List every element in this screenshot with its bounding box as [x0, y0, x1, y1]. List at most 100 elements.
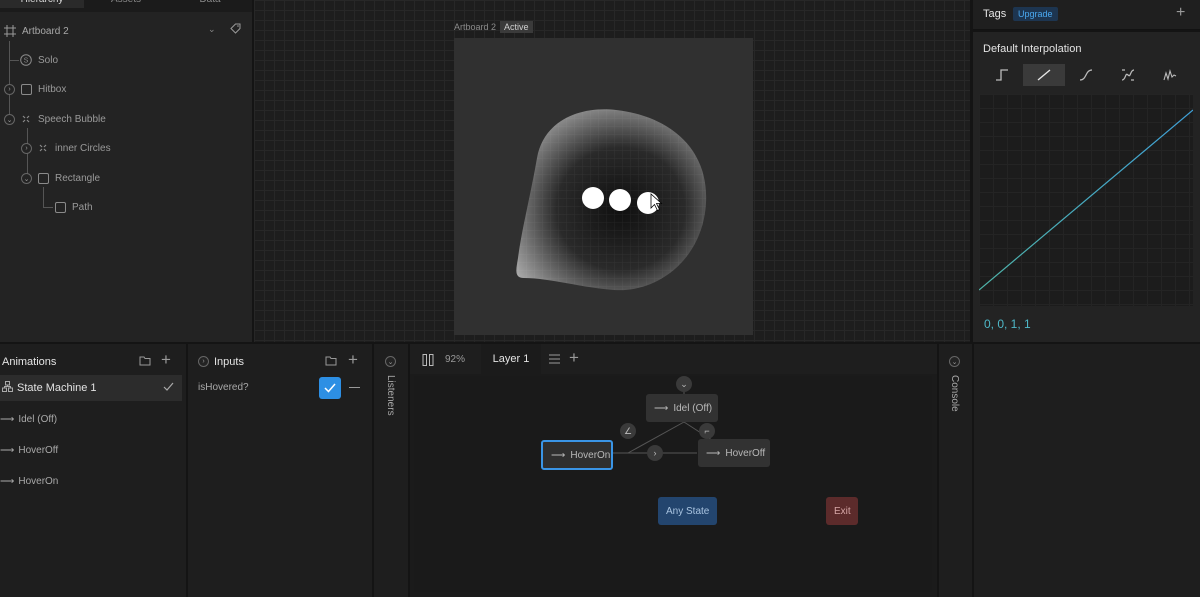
collapse-toggle-icon[interactable]: ⌄ [4, 114, 15, 125]
entry-transition-icon[interactable]: ⌄ [676, 376, 692, 392]
artboard-row[interactable]: Artboard 2 ⌄ [4, 21, 248, 41]
curve-values: 0, 0, 1, 1 [984, 317, 1031, 331]
group-icon [20, 113, 32, 125]
add-tag-icon[interactable]: + [1176, 4, 1185, 22]
transition-icon[interactable]: › [647, 445, 663, 461]
graph-toolbar: 92% Layer 1 + [410, 344, 937, 374]
interpolation-hold-button[interactable] [981, 64, 1023, 86]
status-badge: Active [500, 21, 533, 33]
graph-canvas[interactable]: ⌄ ⟶ Idel (Off) ∠ ⌐ ⟶ HoverOn › ⟶ HoverOf… [414, 376, 932, 592]
cubic-icon [1079, 69, 1093, 81]
expand-toggle-icon[interactable]: › [4, 84, 15, 95]
arrow-right-icon: ⟶ [706, 447, 721, 459]
hierarchy-item-label: inner Circles [55, 142, 111, 154]
group-icon [37, 142, 49, 154]
state-label: HoverOn [570, 449, 611, 461]
linear-icon [1037, 69, 1051, 81]
animation-label: Idel (Off) [18, 413, 58, 425]
arrow-right-icon: ⟶ [0, 475, 15, 487]
is-hovered-checkbox[interactable] [319, 377, 341, 399]
folder-icon[interactable] [139, 355, 151, 369]
animation-item-hover-on[interactable]: ⟶ HoverOn [0, 468, 182, 494]
artboard-name: Artboard 2 [454, 22, 497, 32]
tab-assets[interactable]: Assets [84, 0, 168, 8]
transition-icon[interactable]: ⌐ [699, 423, 715, 439]
animation-item-idle[interactable]: ⟶ Idel (Off) [0, 406, 182, 432]
arrow-right-icon: ⟶ [551, 449, 566, 461]
interpolation-elastic-button[interactable] [1107, 64, 1149, 86]
console-panel: ⌄ Console [939, 344, 972, 597]
interpolation-spring-button[interactable] [1149, 64, 1191, 86]
tab-layer-1[interactable]: Layer 1 [481, 344, 541, 374]
upgrade-badge[interactable]: Upgrade [1013, 7, 1058, 21]
console-title[interactable]: Console [949, 375, 960, 412]
state-label: HoverOff [725, 447, 766, 459]
arrow-right-icon: ⟶ [0, 444, 15, 456]
animation-label: HoverOff [18, 444, 59, 456]
remove-input-icon[interactable] [349, 387, 360, 388]
layer-tab-label: Layer 1 [492, 353, 530, 365]
folder-icon[interactable] [325, 355, 337, 369]
inputs-expand-icon[interactable]: › [198, 356, 209, 367]
zoom-level[interactable]: 92% [445, 354, 465, 365]
hierarchy-item-label: Hitbox [38, 83, 67, 95]
bubble-dot [609, 189, 631, 211]
arrow-right-icon: ⟶ [0, 413, 15, 425]
state-hover-on[interactable]: ⟶ HoverOn [541, 440, 613, 470]
shape-icon [20, 83, 32, 95]
interpolation-cubic-button[interactable] [1065, 64, 1107, 86]
inputs-panel: › Inputs + isHovered? [188, 344, 372, 597]
artboard-icon [4, 25, 16, 37]
console-collapse-icon[interactable]: ⌄ [949, 356, 960, 367]
elastic-icon [1121, 69, 1135, 81]
artboard-title: Artboard 2 Active [454, 21, 533, 33]
animation-item-hover-off[interactable]: ⟶ HoverOff [0, 437, 182, 463]
hierarchy-item-inner-circles[interactable]: inner Circles [37, 138, 111, 158]
listeners-collapse-icon[interactable]: ⌄ [385, 356, 396, 367]
add-layer-icon[interactable]: + [569, 348, 579, 368]
layer-menu-icon[interactable] [549, 354, 560, 367]
chevron-down-icon[interactable]: ⌄ [208, 24, 216, 35]
tab-hierarchy[interactable]: Hierarchy [0, 0, 84, 8]
hierarchy-item-solo[interactable]: S Solo [20, 50, 58, 70]
interpolation-panel: Default Interpolation 0, 0, 1, 1 [973, 32, 1200, 342]
add-input-icon[interactable]: + [348, 350, 358, 370]
interpolation-linear-button[interactable] [1023, 64, 1065, 86]
shape-icon [37, 172, 49, 184]
listeners-panel: ⌄ Listeners [374, 344, 408, 597]
check-icon [163, 381, 174, 395]
transition-icon[interactable]: ∠ [620, 423, 636, 439]
tree-line [43, 187, 44, 207]
add-animation-icon[interactable]: + [161, 350, 171, 370]
tag-icon[interactable] [230, 23, 241, 37]
hierarchy-item-speech-bubble[interactable]: Speech Bubble [20, 109, 106, 129]
state-machine-graph-panel: 92% Layer 1 + ⌄ ⟶ Idel (Off) ∠ ⌐ ⟶ Hover… [410, 344, 937, 597]
artboard[interactable] [454, 38, 753, 335]
hierarchy-item-rectangle[interactable]: Rectangle [37, 168, 100, 188]
artboard-label: Artboard 2 [22, 25, 69, 37]
state-hover-off[interactable]: ⟶ HoverOff [698, 439, 770, 467]
tags-label: Tags [983, 8, 1007, 20]
solo-icon: S [20, 54, 32, 66]
hierarchy-panel: Hierarchy Assets Data Artboard 2 ⌄ S Sol… [0, 0, 252, 342]
animation-item-state-machine[interactable]: State Machine 1 [0, 375, 182, 401]
path-icon [54, 201, 66, 213]
curve-editor[interactable] [978, 94, 1194, 306]
animations-title: Animations [2, 356, 57, 368]
listeners-title[interactable]: Listeners [385, 375, 396, 416]
state-idle[interactable]: ⟶ Idel (Off) [646, 394, 718, 422]
hierarchy-item-hitbox[interactable]: Hitbox [20, 79, 66, 99]
collapse-toggle-icon[interactable]: ⌄ [21, 173, 32, 184]
expand-toggle-icon[interactable]: › [21, 143, 32, 154]
curve-graph [978, 109, 1194, 291]
pause-icon[interactable] [422, 354, 434, 369]
state-any-state[interactable]: Any State [658, 497, 717, 525]
state-label: Any State [666, 505, 710, 517]
hierarchy-item-path[interactable]: Path [54, 197, 93, 217]
arrow-right-icon: ⟶ [654, 402, 669, 414]
hierarchy-item-label: Rectangle [55, 172, 101, 184]
state-exit[interactable]: Exit [826, 497, 858, 525]
tab-data[interactable]: Data [168, 0, 252, 8]
state-label: Idel (Off) [673, 402, 713, 414]
left-panel-tabs: Hierarchy Assets Data [0, 0, 252, 12]
